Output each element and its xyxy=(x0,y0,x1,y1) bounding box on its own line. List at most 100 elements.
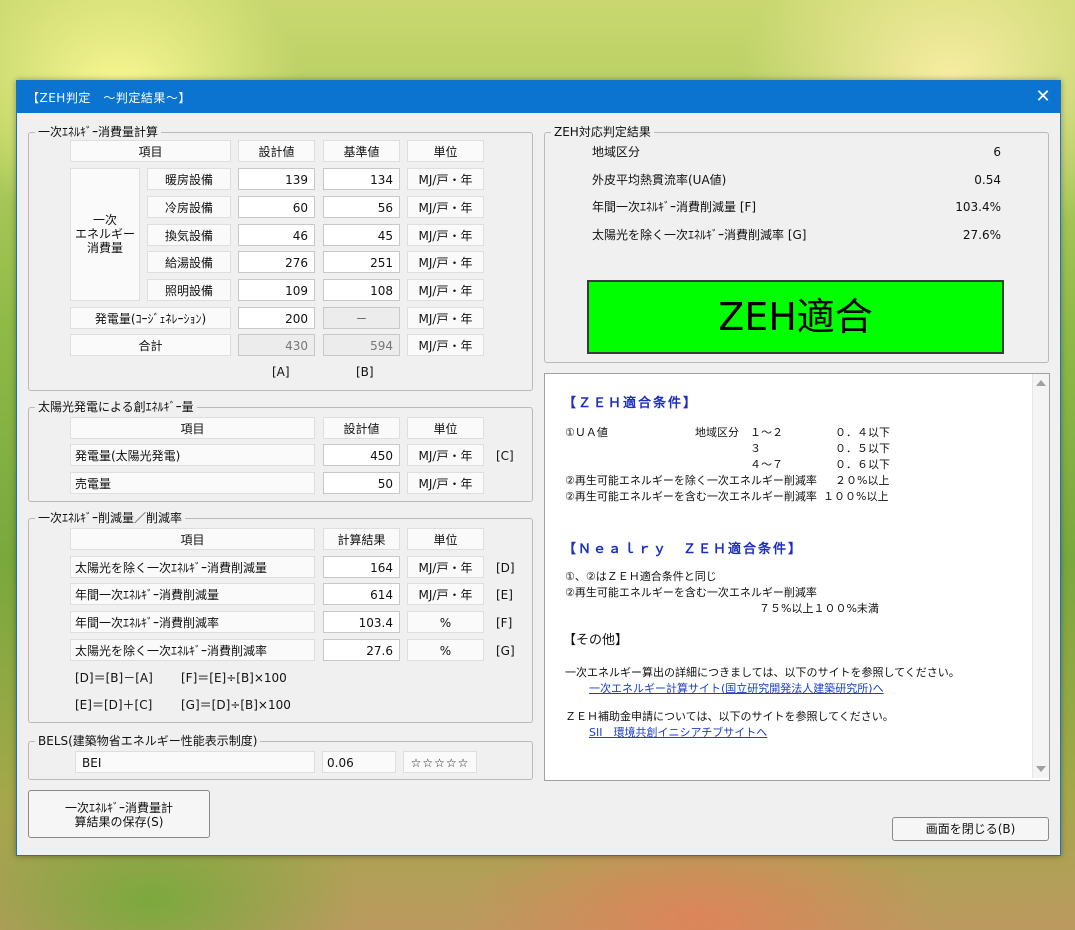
standard-value[interactable]: 45 xyxy=(323,224,400,246)
zeh-result-window: 【ZEH判定 ～判定結果～】 ✕ 一次ｴﾈﾙｷﾞｰ消費量計算 項目 設計値 基準… xyxy=(16,80,1061,856)
result-value[interactable]: 103.4 xyxy=(323,611,400,633)
row-label: 発電量(太陽光発電) xyxy=(70,444,315,466)
cogen-label: 発電量(ｺｰｼﾞｪﾈﾚｰｼｮﾝ) xyxy=(70,307,231,329)
ua-region: ３ xyxy=(750,442,761,455)
standard-value[interactable]: 134 xyxy=(323,168,400,190)
unit-label: MJ/戸・年 xyxy=(407,251,484,273)
row-label: 給湯設備 xyxy=(147,251,231,273)
group-legend: 一次ｴﾈﾙｷﾞｰ削減量／削減率 xyxy=(35,510,186,526)
unit-label: MJ/戸・年 xyxy=(407,224,484,246)
nearly-line-1: ①、②はＺＥＨ適合条件と同じ xyxy=(565,570,717,583)
ua-region: １～２ xyxy=(750,426,783,439)
standard-value[interactable]: 56 xyxy=(323,196,400,218)
scroll-up-icon[interactable] xyxy=(1036,380,1046,386)
unit-label: MJ/戸・年 xyxy=(407,556,484,578)
result-value[interactable]: 27.6 xyxy=(323,639,400,661)
bei-value: 0.06 xyxy=(322,751,396,773)
result-label-f: 年間一次ｴﾈﾙｷﾞｰ消費削減量 [F] xyxy=(592,200,757,214)
group-legend: 一次ｴﾈﾙｷﾞｰ消費量計算 xyxy=(35,124,162,140)
ref-f: [F] xyxy=(496,616,513,630)
bei-label: BEI xyxy=(75,751,315,773)
formula-e: [E]＝[D]＋[C] xyxy=(75,698,153,712)
row-label: 照明設備 xyxy=(147,279,231,301)
ref-d: [D] xyxy=(496,561,515,575)
row-label: 冷房設備 xyxy=(147,196,231,218)
result-label-region: 地域区分 xyxy=(592,145,641,159)
ref-g: [G] xyxy=(496,644,515,658)
design-value[interactable]: 109 xyxy=(238,279,315,301)
ua-label: ①ＵＡ値 xyxy=(565,426,608,439)
close-icon[interactable]: ✕ xyxy=(1026,81,1060,113)
formula-f: [F]＝[E]÷[B]×100 xyxy=(181,671,287,685)
unit-label: MJ/戸・年 xyxy=(407,444,484,466)
scrollbar[interactable] xyxy=(1032,374,1049,778)
total-design-value: 430 xyxy=(238,334,315,356)
group-legend: ZEH対応判定結果 xyxy=(551,124,654,140)
ua-limit: ０．５以下 xyxy=(835,442,890,455)
solar-value[interactable]: 450 xyxy=(323,444,400,466)
design-value[interactable]: 276 xyxy=(238,251,315,273)
cond2b-value: １００%以上 xyxy=(823,490,889,503)
unit-label: % xyxy=(407,639,484,661)
primary-energy-group-label: 一次 エネルギー 消費量 xyxy=(70,168,140,301)
unit-label: MJ/戸・年 xyxy=(407,307,484,329)
close-screen-button[interactable]: 画面を閉じる(B) xyxy=(892,817,1049,841)
result-value[interactable]: 614 xyxy=(323,583,400,605)
energy-calc-link[interactable]: 一次エネルギー計算サイト(国立研究開発法人建築研究所)へ xyxy=(589,682,884,696)
row-label: 年間一次ｴﾈﾙｷﾞｰ消費削減率 xyxy=(70,611,315,633)
scroll-down-icon[interactable] xyxy=(1036,766,1046,772)
result-value[interactable]: 164 xyxy=(323,556,400,578)
header-unit: 単位 xyxy=(407,528,484,550)
nearly-line-2: ②再生可能エネルギーを含む一次エネルギー削減率 xyxy=(565,586,817,599)
design-value[interactable]: 46 xyxy=(238,224,315,246)
standard-value[interactable]: 251 xyxy=(323,251,400,273)
title-bar: 【ZEH判定 ～判定結果～】 ✕ xyxy=(17,81,1060,113)
row-label: 太陽光を除く一次ｴﾈﾙｷﾞｰ消費削減率 xyxy=(70,639,315,661)
sold-power-value[interactable]: 50 xyxy=(323,472,400,494)
unit-label: MJ/戸・年 xyxy=(407,472,484,494)
cond2a: ②再生可能エネルギーを除く一次エネルギー削減率 xyxy=(565,474,817,487)
info-panel[interactable]: 【ＺＥＨ適合条件】 ①ＵＡ値 地域区分 １～２ ０．４以下 ３ ０．５以下 ４～… xyxy=(544,373,1050,781)
cond2a-value: ２０%以上 xyxy=(835,474,890,487)
row-label: 年間一次ｴﾈﾙｷﾞｰ消費削減量 xyxy=(70,583,315,605)
cogen-design-value[interactable]: 200 xyxy=(238,307,315,329)
formula-g: [G]＝[D]÷[B]×100 xyxy=(181,698,291,712)
result-value-g: 27.6% xyxy=(962,228,1001,242)
design-value[interactable]: 139 xyxy=(238,168,315,190)
total-standard-value: 594 xyxy=(323,334,400,356)
bels-stars: ☆☆☆☆☆ xyxy=(403,751,477,773)
ua-limit: ０．４以下 xyxy=(835,426,890,439)
sii-link[interactable]: SII 環境共創イニシアチブサイトへ xyxy=(589,726,767,740)
other-title: 【その他】 xyxy=(563,633,629,648)
nearly-zeh-title: 【Ｎｅａｌｒｙ ＺＥＨ適合条件】 xyxy=(563,542,804,557)
row-label: 売電量 xyxy=(70,472,315,494)
header-result: 計算結果 xyxy=(323,528,400,550)
header-design: 設計値 xyxy=(323,417,400,439)
header-unit: 単位 xyxy=(407,140,484,162)
row-label: 換気設備 xyxy=(147,224,231,246)
header-item: 項目 xyxy=(70,140,231,162)
energy-calc-link-text[interactable]: 一次エネルギー計算サイト(国立研究開発法人建築研究所)へ xyxy=(589,682,884,695)
standard-value[interactable]: 108 xyxy=(323,279,400,301)
region-label: 地域区分 xyxy=(695,426,739,439)
ref-b: [B] xyxy=(356,365,374,379)
save-results-button[interactable]: 一次ｴﾈﾙｷﾞｰ消費量計 算結果の保存(S) xyxy=(28,790,210,838)
unit-label: MJ/戸・年 xyxy=(407,279,484,301)
formula-d: [D]＝[B]－[A] xyxy=(75,671,153,685)
group-legend: BELS(建築物省エネルギー性能表示制度) xyxy=(35,733,261,749)
zeh-conditions-title: 【ＺＥＨ適合条件】 xyxy=(563,396,699,411)
result-label-g: 太陽光を除く一次ｴﾈﾙｷﾞｰ消費削減率 [G] xyxy=(592,228,807,242)
ua-region: ４～７ xyxy=(750,458,783,471)
sii-link-text[interactable]: SII 環境共創イニシアチブサイトへ xyxy=(589,726,767,739)
header-unit: 単位 xyxy=(407,417,484,439)
unit-label: MJ/戸・年 xyxy=(407,168,484,190)
result-value-f: 103.4% xyxy=(955,200,1001,214)
design-value[interactable]: 60 xyxy=(238,196,315,218)
window-title: 【ZEH判定 ～判定結果～】 xyxy=(27,91,191,105)
result-label-ua: 外皮平均熱貫流率(UA値) xyxy=(592,173,727,187)
unit-label: MJ/戸・年 xyxy=(407,334,484,356)
ref-a: [A] xyxy=(272,365,290,379)
unit-label: % xyxy=(407,611,484,633)
group-legend: 太陽光発電による創ｴﾈﾙｷﾞｰ量 xyxy=(35,399,197,415)
other-line-1: 一次エネルギー算出の詳細につきましては、以下のサイトを参照してください。 xyxy=(565,666,960,679)
